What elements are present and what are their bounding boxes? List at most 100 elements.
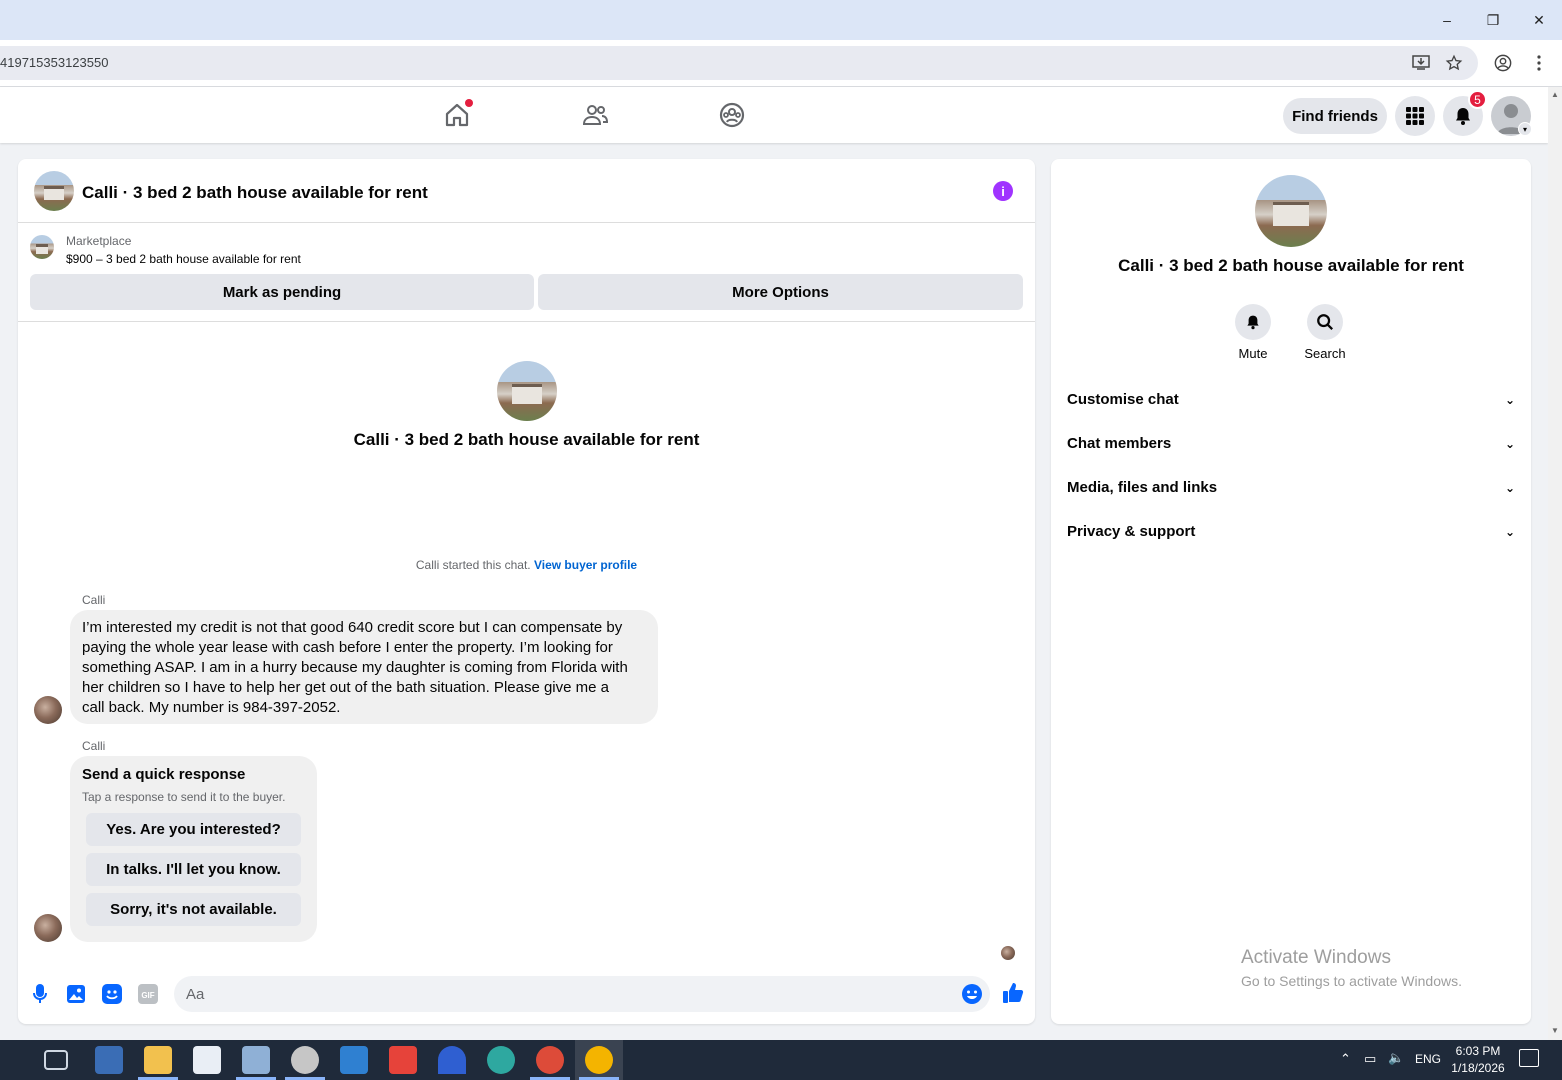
windows-taskbar: ⌃ ▭ 🔈 ENG 6:03 PM 1/18/2026 bbox=[0, 1040, 1562, 1080]
volume-icon[interactable]: 🔈 bbox=[1388, 1050, 1404, 1066]
section-label: Media, files and links bbox=[1067, 479, 1218, 496]
url-text: 419715353123550 bbox=[0, 55, 109, 70]
search-label: Search bbox=[1304, 346, 1346, 361]
browser-toolbar: 419715353123550 bbox=[0, 40, 1562, 87]
account-chevron-icon[interactable]: ▾ bbox=[1518, 122, 1532, 136]
chrome-icon[interactable] bbox=[585, 1046, 613, 1074]
activate-windows-watermark: Activate Windows Go to Settings to activ… bbox=[1241, 947, 1462, 989]
bell-icon bbox=[1456, 108, 1470, 125]
read-receipt-avatar bbox=[1001, 946, 1015, 960]
groups-icon[interactable] bbox=[718, 101, 746, 129]
language-indicator[interactable]: ENG bbox=[1415, 1052, 1441, 1066]
address-bar[interactable]: 419715353123550 bbox=[0, 46, 1478, 80]
menu-grid-button[interactable] bbox=[1395, 96, 1435, 136]
chat-members-row[interactable]: Chat members ⌄ bbox=[1067, 435, 1515, 459]
chat-start-note: Calli started this chat. View buyer prof… bbox=[18, 558, 1035, 572]
scroll-up-icon[interactable]: ▲ bbox=[1551, 90, 1559, 99]
clock-date[interactable]: 1/18/2026 bbox=[1450, 1061, 1506, 1075]
started-text: Calli started this chat. bbox=[415, 558, 534, 572]
facebook-top-nav: Find friends 5 ▾ bbox=[0, 87, 1548, 143]
browser-titlebar: – ❐ ✕ bbox=[0, 0, 1562, 40]
store-icon[interactable] bbox=[193, 1046, 221, 1074]
sender-avatar[interactable] bbox=[34, 696, 62, 724]
media-files-links-row[interactable]: Media, files and links ⌄ bbox=[1067, 479, 1515, 503]
message-line: something ASAP. I am in a hurry because … bbox=[82, 659, 628, 676]
details-avatar[interactable] bbox=[1255, 175, 1327, 247]
page-scrollbar[interactable]: ▲ ▼ bbox=[1548, 87, 1562, 1040]
quick-response-yes-button[interactable]: Yes. Are you interested? bbox=[86, 813, 301, 846]
computer-app-icon[interactable] bbox=[95, 1046, 123, 1074]
details-title: Calli · 3 bed 2 bath house available for… bbox=[1118, 256, 1464, 275]
arc-app-icon[interactable] bbox=[438, 1046, 466, 1074]
message-line: paying the whole year lease with cash be… bbox=[82, 639, 613, 656]
chevron-down-icon: ⌄ bbox=[1504, 437, 1515, 451]
anydesk-icon[interactable] bbox=[389, 1046, 417, 1074]
quick-response-in-talks-button[interactable]: In talks. I'll let you know. bbox=[86, 853, 301, 886]
listing-title-link[interactable]: $900 – 3 bed 2 bath house available for … bbox=[66, 252, 301, 266]
quick-response-not-available-button[interactable]: Sorry, it's not available. bbox=[86, 893, 301, 926]
bookmark-star-icon[interactable] bbox=[1443, 52, 1465, 74]
friends-icon[interactable] bbox=[581, 101, 609, 129]
info-icon[interactable]: i bbox=[993, 181, 1013, 201]
edge-icon[interactable] bbox=[487, 1046, 515, 1074]
mute-button[interactable]: Mute bbox=[1217, 304, 1289, 361]
chevron-down-icon: ⌄ bbox=[1504, 525, 1515, 539]
message-bubble[interactable]: I’m interested my credit is not that goo… bbox=[70, 610, 658, 724]
clock-time[interactable]: 6:03 PM bbox=[1452, 1044, 1504, 1058]
customise-chat-row[interactable]: Customise chat ⌄ bbox=[1067, 391, 1515, 415]
paint-app-icon[interactable] bbox=[291, 1046, 319, 1074]
section-label: Customise chat bbox=[1067, 391, 1179, 408]
restore-button[interactable]: ❐ bbox=[1481, 8, 1505, 32]
search-button[interactable]: Search bbox=[1289, 304, 1361, 361]
grid-icon bbox=[1406, 107, 1424, 125]
message-line: I’m interested my credit is not that goo… bbox=[82, 619, 623, 636]
view-buyer-profile-link[interactable]: View buyer profile bbox=[534, 558, 637, 572]
sticker-icon[interactable] bbox=[101, 983, 123, 1005]
scroll-down-icon[interactable]: ▼ bbox=[1551, 1026, 1559, 1035]
microphone-icon[interactable] bbox=[29, 983, 51, 1005]
chat-header: Calli · 3 bed 2 bath house available for… bbox=[18, 159, 1035, 223]
mail-icon[interactable] bbox=[340, 1046, 368, 1074]
message-sender: Calli bbox=[82, 739, 106, 753]
chrome-profile-icon[interactable] bbox=[536, 1046, 564, 1074]
message-input-placeholder: Aa bbox=[186, 986, 205, 1003]
marketplace-listing-bar: Marketplace $900 – 3 bed 2 bath house av… bbox=[18, 224, 1035, 322]
quick-response-card: Send a quick response Tap a response to … bbox=[70, 756, 317, 942]
bell-icon bbox=[1247, 315, 1259, 330]
photos-app-icon[interactable] bbox=[242, 1046, 270, 1074]
marketplace-label: Marketplace bbox=[66, 234, 132, 248]
action-center-icon[interactable] bbox=[1519, 1049, 1539, 1067]
sender-avatar[interactable] bbox=[34, 914, 62, 942]
find-friends-button[interactable]: Find friends bbox=[1283, 98, 1387, 134]
chat-panel: Calli · 3 bed 2 bath house available for… bbox=[18, 159, 1035, 1024]
install-app-icon[interactable] bbox=[1410, 52, 1432, 74]
profile-icon[interactable] bbox=[1492, 52, 1514, 74]
chevron-down-icon: ⌄ bbox=[1504, 481, 1515, 495]
notification-badge: 5 bbox=[1468, 90, 1487, 109]
quick-response-subtitle: Tap a response to send it to the buyer. bbox=[82, 790, 286, 804]
watermark-title: Activate Windows bbox=[1241, 947, 1391, 968]
chat-title[interactable]: Calli · 3 bed 2 bath house available for… bbox=[82, 183, 428, 203]
file-explorer-icon[interactable] bbox=[144, 1046, 172, 1074]
mark-as-pending-button[interactable]: Mark as pending bbox=[30, 274, 534, 310]
quick-response-title: Send a quick response bbox=[82, 766, 246, 783]
svg-text:GIF: GIF bbox=[141, 991, 154, 1000]
minimize-button[interactable]: – bbox=[1435, 8, 1459, 32]
message-input[interactable]: Aa bbox=[174, 976, 990, 1012]
like-thumb-icon[interactable] bbox=[1001, 981, 1025, 1005]
task-view-icon[interactable] bbox=[44, 1050, 68, 1070]
gif-icon[interactable]: GIF bbox=[137, 983, 159, 1005]
photo-icon[interactable] bbox=[65, 983, 87, 1005]
network-icon[interactable]: ▭ bbox=[1364, 1051, 1376, 1067]
close-window-button[interactable]: ✕ bbox=[1527, 8, 1551, 32]
message-composer: GIF Aa bbox=[18, 971, 1035, 1021]
emoji-icon[interactable] bbox=[961, 983, 983, 1005]
privacy-support-row[interactable]: Privacy & support ⌄ bbox=[1067, 523, 1515, 547]
listing-avatar[interactable] bbox=[34, 171, 74, 211]
more-options-button[interactable]: More Options bbox=[538, 274, 1023, 310]
listing-thumbnail[interactable] bbox=[30, 235, 54, 259]
tray-overflow-icon[interactable]: ⌃ bbox=[1340, 1051, 1351, 1067]
section-label: Privacy & support bbox=[1067, 523, 1196, 540]
home-notification-dot bbox=[465, 99, 473, 107]
browser-menu-icon[interactable] bbox=[1528, 52, 1550, 74]
